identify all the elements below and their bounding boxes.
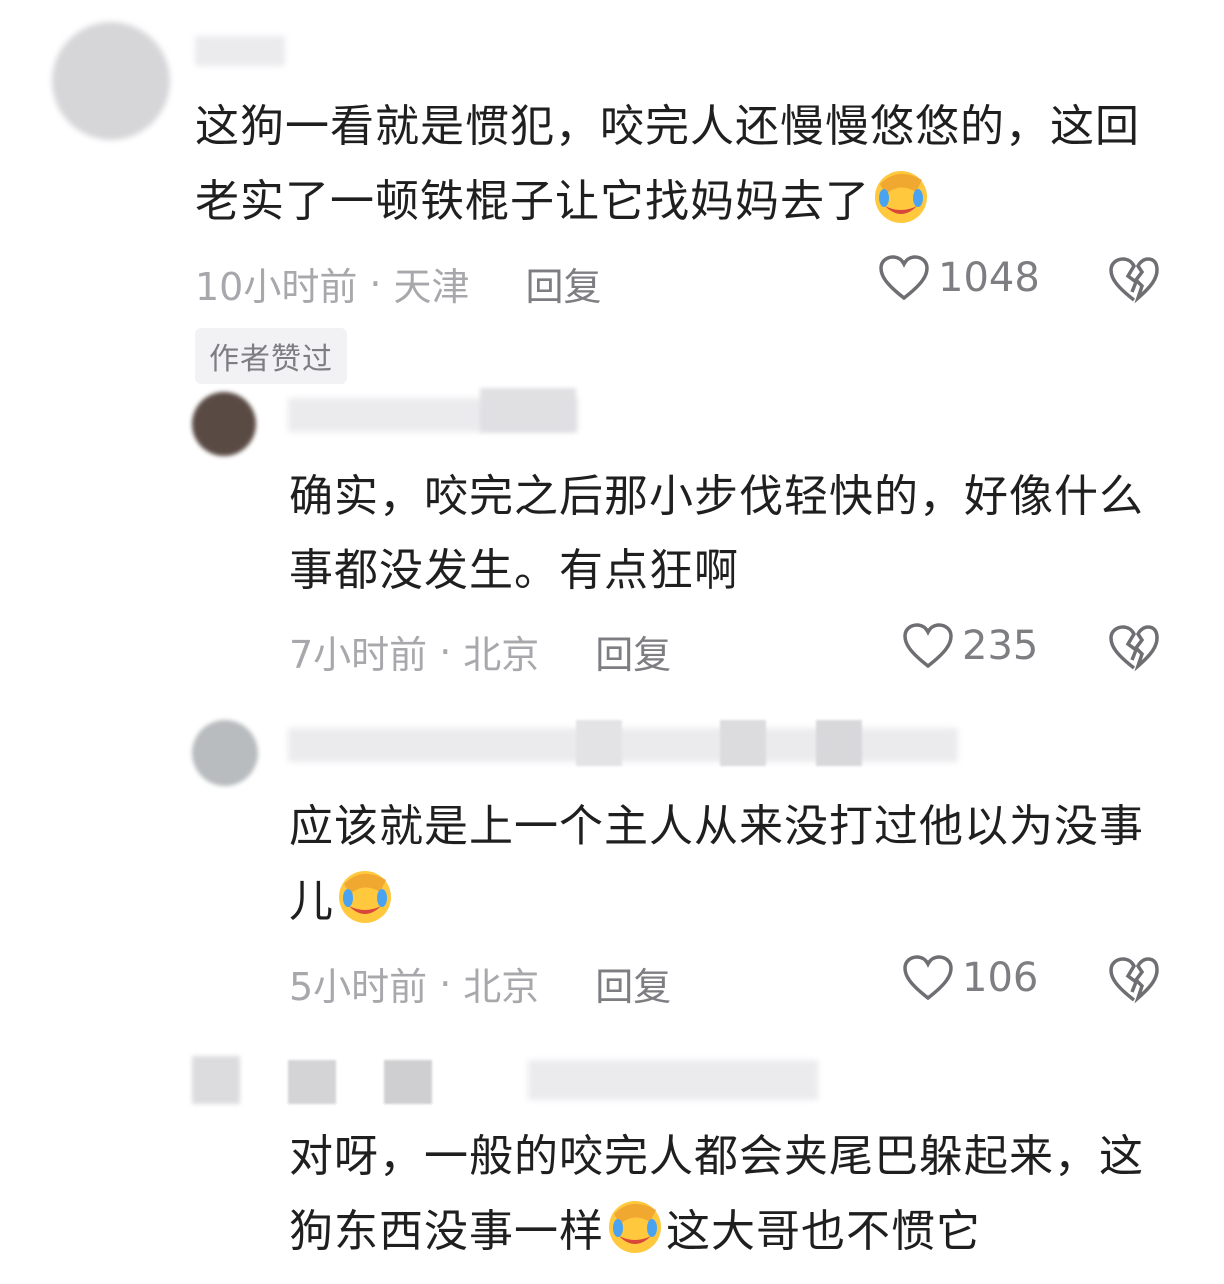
username-blurred-part [480,388,576,432]
username-blurred-part [816,720,862,766]
like-button[interactable]: 1048 [878,254,1040,302]
comment-time: 7小时前 [289,633,428,677]
reply-button[interactable]: 回复 [595,956,671,1011]
comment-body: 应该就是上一个主人从来没打过他以为没事儿 [289,790,1169,939]
comment-meta: 10小时前 · 天津 回复 [195,256,601,311]
comment-2: 确实，咬完之后那小步伐轻快的，好像什么事都没发生。有点狂啊 7小时前 · 北京 … [0,380,1224,700]
username-blurred[interactable] [528,1060,818,1100]
separator: · [369,261,382,306]
avatar[interactable] [192,392,256,456]
comment-location: 天津 [393,265,470,309]
username-blurred-part [384,1060,432,1104]
avatar[interactable] [192,1056,240,1104]
comment-text: 确实，咬完之后那小步伐轻快的，好像什么事都没发生。有点狂啊 [289,471,1144,596]
broken-heart-icon [1109,257,1159,304]
separator: · [439,629,452,674]
comment-1: 这狗一看就是惯犯，咬完人还慢慢悠悠的，这回老实了一顿铁棍子让它找妈妈去了 10小… [0,0,1224,384]
facepalm-laugh-emoji-icon [870,164,932,226]
like-button[interactable]: 106 [902,954,1038,1002]
comment-body: 这狗一看就是惯犯，咬完人还慢慢悠悠的，这回老实了一顿铁棍子让它找妈妈去了 [195,90,1180,239]
avatar[interactable] [52,22,170,140]
comment-text-continued: 这大哥也不惯它 [666,1206,981,1257]
reply-button[interactable]: 回复 [525,256,601,311]
comment-body: 对呀，一般的咬完人都会夹尾巴躲起来，这狗东西没事一样 这大哥也不惯它 [289,1120,1169,1269]
username-blurred[interactable] [195,36,285,66]
comment-time: 10小时前 [195,265,358,309]
comment-text: 应该就是上一个主人从来没打过他以为没事儿 [289,801,1144,927]
comment-meta: 5小时前 · 北京 回复 [289,956,671,1011]
comment-meta: 7小时前 · 北京 回复 [289,624,671,679]
dislike-button[interactable] [1108,256,1160,308]
username-blurred-part [720,720,766,766]
like-count: 235 [962,623,1039,669]
facepalm-laugh-emoji-icon [604,1194,666,1256]
comment-text: 这狗一看就是惯犯，咬完人还慢慢悠悠的，这回老实了一顿铁棍子让它找妈妈去了 [195,101,1140,227]
username-blurred-part [288,1060,336,1104]
facepalm-laugh-emoji-icon [334,864,396,926]
comment-location: 北京 [463,965,540,1009]
dislike-button[interactable] [1108,624,1160,676]
dislike-button[interactable] [1108,956,1160,1008]
author-liked-badge: 作者赞过 [195,328,347,384]
username-blurred-part [576,720,622,766]
comment-body: 确实，咬完之后那小步伐轻快的，好像什么事都没发生。有点狂啊 [289,460,1169,608]
separator: · [439,961,452,1006]
like-button[interactable]: 235 [902,622,1038,670]
heart-outline-icon [903,623,953,669]
like-count: 106 [962,955,1039,1001]
heart-outline-icon [903,955,953,1001]
comment-time: 5小时前 [289,965,428,1009]
comment-location: 北京 [463,633,540,677]
reply-button[interactable]: 回复 [595,624,671,679]
like-count: 1048 [938,255,1040,301]
comment-3: 应该就是上一个主人从来没打过他以为没事儿 5小时前 · 北京 回复 106 [0,710,1224,1040]
broken-heart-icon [1109,957,1159,1004]
comment-4: 对呀，一般的咬完人都会夹尾巴躲起来，这狗东西没事一样 这大哥也不惯它 [0,1050,1224,1284]
heart-outline-icon [879,255,929,301]
avatar[interactable] [192,720,258,786]
broken-heart-icon [1109,625,1159,672]
